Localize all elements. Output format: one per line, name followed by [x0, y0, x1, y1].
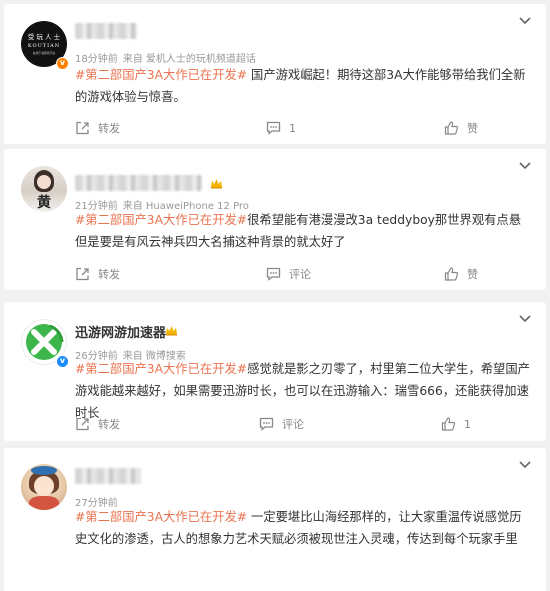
avatar-face — [37, 175, 51, 189]
repost-button[interactable]: 转发 — [75, 414, 120, 434]
post-meta: 18分钟前 来自 爱机人士的玩机频道超话 — [75, 50, 256, 65]
post-card: v 迅游网游加速器 26分钟前 来自 微博搜索 #第二部国产3A大作已在开发#感觉… — [4, 302, 546, 441]
post-text: #第二部国产3A大作已在开发#很希望能有港漫漫改3a teddyboy那世界观有… — [75, 209, 531, 253]
avatar[interactable] — [21, 464, 67, 510]
post-card: 受 玩 人 士 KOUTIAN 在线下载游戏平台 v 18分钟前 来自 爱机人士的… — [4, 4, 546, 144]
like-icon — [444, 267, 459, 281]
verified-icon: v — [56, 57, 69, 70]
repost-icon — [76, 121, 89, 135]
username-blurred[interactable] — [75, 23, 137, 39]
like-button[interactable]: 1 — [441, 414, 471, 434]
chevron-down-icon[interactable] — [518, 314, 532, 324]
repost-icon — [76, 267, 89, 281]
comment-icon — [266, 121, 281, 135]
hashtag-link[interactable]: #第二部国产3A大作已在开发# — [75, 510, 247, 524]
avatar-body — [29, 496, 59, 510]
crown-icon — [211, 179, 222, 189]
post-card: 黄 21分钟前 来自 HuaweiPhone 12 Pro #第二部国产3A大作已… — [4, 149, 546, 290]
comment-icon — [259, 417, 274, 431]
repost-icon — [76, 417, 89, 431]
avatar-face — [34, 476, 54, 496]
comment-button[interactable]: 评论 — [259, 414, 304, 434]
post-text: #第二部国产3A大作已在开发# 一定要堪比山海经那样的，让大家重温传说感觉历史文… — [75, 506, 531, 550]
comment-icon — [266, 267, 281, 281]
avatar[interactable]: 黄 — [21, 166, 67, 212]
chevron-down-icon[interactable] — [518, 16, 532, 26]
hashtag-link[interactable]: #第二部国产3A大作已在开发# — [75, 213, 247, 227]
like-icon — [441, 417, 456, 431]
username-blurred[interactable] — [75, 175, 202, 191]
chevron-down-icon[interactable] — [518, 460, 532, 470]
comment-button[interactable]: 1 — [266, 118, 296, 138]
post-actions: 转发 评论 赞 — [4, 264, 546, 284]
username[interactable]: 迅游网游加速器 — [75, 322, 166, 341]
hashtag-link[interactable]: #第二部国产3A大作已在开发# — [75, 68, 247, 82]
post-card: 27分钟前 #第二部国产3A大作已在开发# 一定要堪比山海经那样的，让大家重温传… — [4, 448, 546, 591]
username-blurred[interactable] — [75, 468, 141, 484]
crown-icon — [166, 326, 177, 336]
repost-button[interactable]: 转发 — [75, 118, 120, 138]
like-icon — [444, 121, 459, 135]
chevron-down-icon[interactable] — [518, 161, 532, 171]
post-actions: 转发 1 赞 — [4, 118, 546, 138]
like-button[interactable]: 赞 — [444, 264, 478, 284]
verified-icon: v — [56, 355, 69, 368]
repost-button[interactable]: 转发 — [75, 264, 120, 284]
comment-button[interactable]: 评论 — [266, 264, 311, 284]
hashtag-link[interactable]: #第二部国产3A大作已在开发# — [75, 362, 247, 376]
post-text: #第二部国产3A大作已在开发# 国产游戏崛起！期待这部3A大作能够带给我们全新的… — [75, 64, 531, 108]
like-button[interactable]: 赞 — [444, 118, 478, 138]
post-actions: 转发 评论 1 — [4, 414, 546, 434]
avatar-hat — [31, 466, 57, 475]
